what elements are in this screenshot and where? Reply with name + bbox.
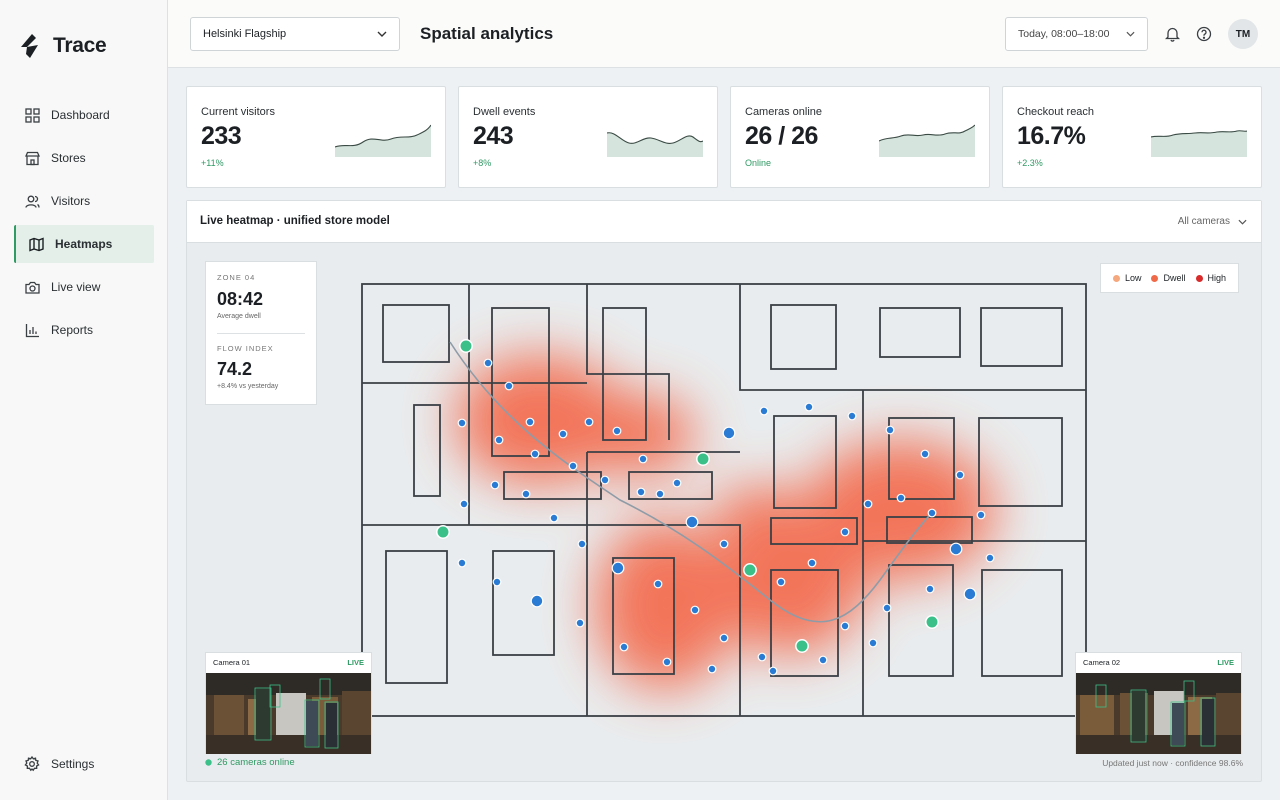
kpi-card-cameras-online: Cameras online 26 / 26 Online [730,86,990,188]
help-circle-icon [1196,26,1212,42]
sidebar-item-live-view[interactable]: Live view [14,268,154,306]
kpi-value: 233 [201,122,242,150]
kpi-value: 26 / 26 [745,122,818,150]
sidebar: Trace Dashboard Stores Visitors Heatmaps… [0,0,168,800]
camera-filter-dropdown[interactable]: All cameras [1178,216,1247,227]
kpi-delta: Online [745,158,772,168]
legend-swatch [1112,274,1120,282]
legend-item-high: High [1195,273,1227,283]
updated-status: Updated just now · confidence 98.6% [1102,758,1243,768]
sidebar-nav: Dashboard Stores Visitors Heatmaps Live … [14,96,154,354]
live-badge: LIVE [347,658,364,667]
legend-label: Dwell [1163,273,1186,283]
camera-feed-image [206,673,371,754]
kpi-card-checkout-reach: Checkout reach 16.7% +2.3% [1002,86,1262,188]
settings-label: Settings [51,757,95,771]
chevron-down-icon [1238,219,1247,225]
sidebar-item-stores[interactable]: Stores [14,139,154,177]
kpi-delta: +11% [201,158,224,168]
kpi-card-current-visitors: Current visitors 233 +11% [186,86,446,188]
bar-chart-icon [24,322,40,338]
help-button[interactable] [1194,24,1214,44]
bell-icon [1164,27,1180,42]
flow-sub-label: +8.4% vs yesterday [217,383,279,390]
dwell-sub-label: Average dwell [217,313,261,320]
legend-item-dwell: Dwell [1151,273,1186,283]
legend-swatch [1195,274,1203,282]
chevron-down-icon [377,31,387,37]
camera-feed-image [1076,673,1241,754]
legend-item-low: Low [1112,273,1142,283]
heatmap-panel-header: Live heatmap · unified store model All c… [187,201,1261,243]
dashboard-icon [24,107,40,123]
zone-stats-card: ZONE 04 08:42 Average dwell FLOW INDEX 7… [205,261,317,405]
camera-header: Camera 02 LIVE [1076,653,1241,672]
kpi-label: Checkout reach [1017,106,1095,118]
chevron-down-icon [1126,31,1135,37]
gear-icon [24,756,40,772]
sidebar-item-dashboard[interactable]: Dashboard [14,96,154,134]
sidebar-item-visitors[interactable]: Visitors [14,182,154,220]
app-name: Trace [53,34,107,57]
page-title: Spatial analytics [420,24,554,43]
cameras-online-status: 26 cameras online [205,757,295,768]
sidebar-item-label: Visitors [51,194,91,208]
status-dot-icon [205,759,212,766]
kpi-delta: +2.3% [1017,158,1043,168]
sidebar-item-label: Heatmaps [55,237,113,251]
notifications-button[interactable] [1162,24,1182,44]
legend-label: Low [1124,273,1142,283]
camera-filter-value: All cameras [1177,216,1230,227]
kpi-value: 16.7% [1017,122,1086,150]
kpi-label: Current visitors [201,106,275,118]
legend-swatch [1151,274,1159,282]
sidebar-item-label: Dashboard [51,108,110,122]
app-logo[interactable]: Trace [19,31,107,61]
camera-name: Camera 01 [213,658,251,667]
camera-icon [24,279,40,295]
live-badge: LIVE [1217,658,1234,667]
store-icon [24,150,40,166]
flow-value: 74.2 [217,359,253,379]
flow-label: FLOW INDEX [217,344,274,353]
kpi-sparkline [607,132,703,157]
sidebar-item-label: Reports [51,323,94,337]
camera-header: Camera 01 LIVE [206,653,371,672]
camera-thumbnail-01[interactable]: Camera 01 LIVE [205,652,372,754]
zone-label: ZONE 04 [217,273,256,282]
kpi-card-dwell-events: Dwell events 243 +8% [458,86,718,188]
legend-label: High [1207,273,1227,283]
sidebar-item-label: Live view [51,280,101,294]
sidebar-item-label: Stores [51,151,86,165]
kpi-delta: +8% [473,158,492,168]
sidebar-item-settings[interactable]: Settings [24,756,94,772]
dwell-value: 08:42 [217,289,264,309]
kpi-sparkline [1151,130,1247,157]
store-selector[interactable]: Helsinki Flagship [190,17,400,51]
top-bar: Helsinki Flagship Spatial analytics Toda… [168,0,1280,68]
cameras-online-text: 26 cameras online [217,757,295,768]
heatmap-panel-title: Live heatmap · unified store model [200,215,390,227]
kpi-sparkline [335,124,431,157]
camera-name: Camera 02 [1083,658,1121,667]
date-range-value: Today, 08:00–18:00 [1018,28,1110,40]
kpi-sparkline [879,124,975,157]
camera-thumbnail-02[interactable]: Camera 02 LIVE [1075,652,1242,754]
date-range-selector[interactable]: Today, 08:00–18:00 [1005,17,1148,51]
kpi-label: Dwell events [473,106,536,118]
trace-logo-icon [21,34,38,58]
user-avatar[interactable]: TM [1228,19,1258,49]
kpi-value: 243 [473,122,514,150]
sidebar-item-heatmaps[interactable]: Heatmaps [14,225,154,263]
users-icon [24,193,40,209]
sidebar-item-reports[interactable]: Reports [14,311,154,349]
map-icon [28,236,44,252]
divider [217,333,305,334]
heatmap-legend: Low Dwell High [1100,263,1239,293]
kpi-label: Cameras online [745,106,823,118]
store-selector-value: Helsinki Flagship [203,28,287,40]
